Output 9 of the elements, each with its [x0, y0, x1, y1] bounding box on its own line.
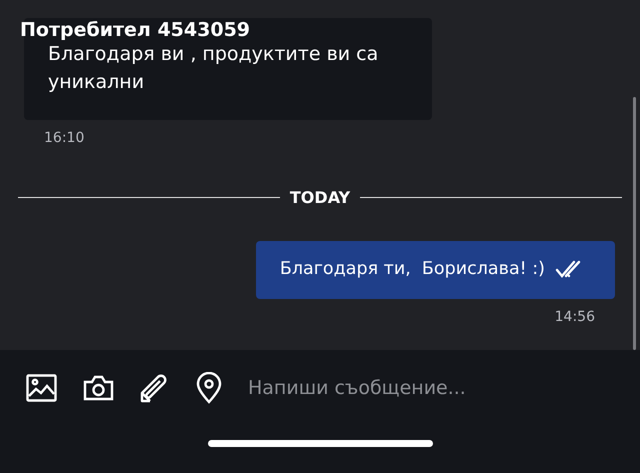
message-time: 14:56 — [554, 309, 595, 325]
message-time: 16:10 — [44, 130, 84, 146]
message-bubble: Благодаря ти, Борислава! :) — [256, 241, 615, 299]
date-divider-label: TODAY — [290, 188, 350, 207]
message-input[interactable]: Напиши съобщение... — [248, 377, 578, 399]
contact-name: Потребител 4543059 — [20, 19, 250, 41]
location-pin-icon[interactable] — [196, 372, 222, 404]
image-icon[interactable] — [26, 374, 57, 402]
camera-icon[interactable] — [83, 375, 114, 401]
